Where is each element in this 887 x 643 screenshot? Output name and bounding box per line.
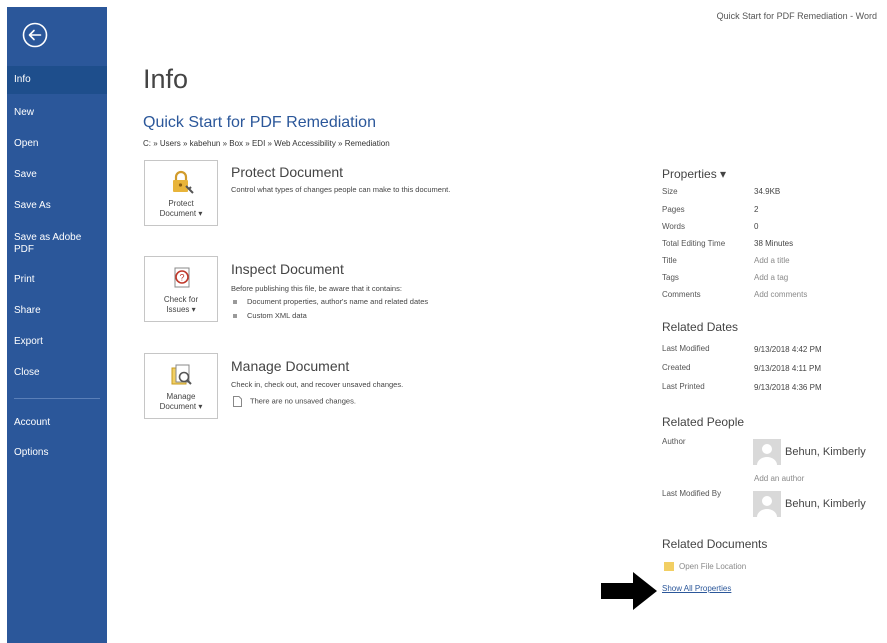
show-all-properties-link[interactable]: Show All Properties	[662, 584, 731, 593]
add-author-link[interactable]: Add an author	[754, 474, 804, 483]
prop-value-pages: 2	[754, 205, 759, 214]
nav-options[interactable]: Options	[7, 441, 107, 465]
prop-label-title: Title	[662, 256, 677, 265]
nav-export[interactable]: Export	[7, 330, 107, 354]
nav-label: Share	[14, 305, 41, 316]
prop-label-tags: Tags	[662, 273, 679, 282]
nav-label: Print	[14, 274, 35, 285]
date-value-last-modified: 9/13/2018 4:42 PM	[754, 345, 822, 354]
comments-field[interactable]: Add comments	[754, 290, 807, 299]
title-field[interactable]: Add a title	[754, 256, 790, 265]
protect-document-button[interactable]: Protect Document ▾	[144, 160, 218, 226]
manage-document-description: Check in, check out, and recover unsaved…	[231, 380, 404, 389]
page-title: Info	[143, 64, 189, 94]
last-modified-by-name[interactable]: Behun, Kimberly	[785, 498, 866, 510]
manage-document-icon	[169, 362, 195, 388]
nav-save-as-adobe-pdf[interactable]: Save as Adobe PDF	[7, 229, 97, 259]
document-path[interactable]: C: » Users » kabehun » Box » EDI » Web A…	[143, 139, 390, 148]
back-arrow-icon[interactable]	[22, 22, 48, 48]
document-title: Quick Start for PDF Remediation	[143, 114, 376, 131]
list-item: Document properties, author's name and r…	[233, 297, 428, 306]
prop-label-comments: Comments	[662, 290, 701, 299]
nav-label: Save	[14, 169, 37, 180]
unsaved-changes-note: There are no unsaved changes.	[233, 396, 356, 407]
prop-value-size: 34.9KB	[754, 187, 781, 196]
nav-open[interactable]: Open	[7, 132, 107, 156]
window-title: Quick Start for PDF Remediation - Word	[716, 11, 877, 21]
nav-label: Account	[14, 417, 51, 428]
prop-label-pages: Pages	[662, 205, 685, 214]
folder-icon	[664, 562, 674, 571]
inspect-document-title: Inspect Document	[231, 261, 344, 277]
nav-label: Info	[14, 74, 31, 85]
bullet-icon	[233, 300, 237, 305]
avatar	[753, 491, 781, 517]
nav-account[interactable]: Account	[7, 411, 107, 435]
svg-text:?: ?	[179, 273, 184, 283]
prop-label-words: Words	[662, 222, 685, 231]
author-name[interactable]: Behun, Kimberly	[785, 446, 866, 458]
open-file-location-link[interactable]: Open File Location	[679, 562, 746, 571]
last-modified-by-label: Last Modified By	[662, 489, 722, 498]
date-label-created: Created	[662, 363, 691, 372]
properties-heading[interactable]: Properties ▾	[662, 167, 726, 181]
nav-label: Open	[14, 138, 39, 149]
nav-label: Close	[14, 367, 40, 378]
inspect-icon: ?	[169, 265, 195, 291]
button-label: Manage Document ▾	[159, 392, 203, 411]
list-item: Custom XML data	[233, 311, 307, 320]
nav-print[interactable]: Print	[7, 268, 107, 292]
author-label: Author	[662, 437, 686, 446]
nav-label: Save As	[14, 200, 51, 211]
nav-label: Export	[14, 336, 43, 347]
bullet-icon	[233, 314, 237, 319]
button-label: Check for Issues ▾	[163, 295, 199, 314]
nav-close[interactable]: Close	[7, 361, 107, 385]
arrow-right-icon	[601, 572, 657, 610]
lock-icon	[169, 169, 195, 195]
date-value-created: 9/13/2018 4:11 PM	[754, 364, 822, 373]
nav-share[interactable]: Share	[7, 299, 107, 323]
protect-document-title: Protect Document	[231, 164, 344, 180]
date-label-last-modified: Last Modified	[662, 344, 710, 353]
related-dates-heading: Related Dates	[662, 320, 739, 334]
manage-document-button[interactable]: Manage Document ▾	[144, 353, 218, 419]
related-people-heading: Related People	[662, 415, 745, 429]
date-value-last-printed: 9/13/2018 4:36 PM	[754, 383, 822, 392]
nav-new[interactable]: New	[7, 101, 107, 125]
nav-separator	[14, 398, 100, 399]
check-for-issues-button[interactable]: ? Check for Issues ▾	[144, 256, 218, 322]
related-documents-heading: Related Documents	[662, 537, 768, 551]
nav-save-as[interactable]: Save As	[7, 194, 107, 218]
tags-field[interactable]: Add a tag	[754, 273, 788, 282]
protect-document-description: Control what types of changes people can…	[231, 185, 451, 194]
nav-label: Save as Adobe PDF	[14, 232, 82, 255]
manage-document-title: Manage Document	[231, 358, 350, 374]
button-label: Protect Document ▾	[159, 199, 203, 218]
prop-label-editing-time: Total Editing Time	[662, 239, 726, 248]
date-label-last-printed: Last Printed	[662, 382, 705, 391]
window-frame	[0, 0, 7, 643]
nav-info[interactable]: Info	[7, 66, 107, 94]
nav-label: Options	[14, 447, 49, 458]
inspect-document-description: Before publishing this file, be aware th…	[231, 284, 402, 293]
prop-label-size: Size	[662, 187, 678, 196]
nav-save[interactable]: Save	[7, 163, 107, 187]
avatar	[753, 439, 781, 465]
prop-value-words: 0	[754, 222, 759, 231]
prop-value-editing-time: 38 Minutes	[754, 239, 794, 248]
document-icon	[233, 396, 242, 407]
nav-label: New	[14, 107, 35, 118]
